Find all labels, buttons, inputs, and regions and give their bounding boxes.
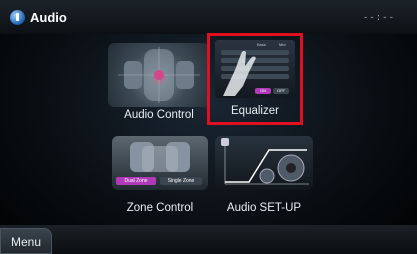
hand-pointer-icon [223, 50, 256, 96]
music-note-icon [10, 10, 25, 25]
page-title: Audio [30, 10, 67, 25]
tile-label: Audio Control [124, 109, 194, 121]
equalizer-preview: Bass Mid ON OFF [215, 40, 295, 98]
tile-label: Zone Control [126, 202, 194, 214]
speaker-curve-icon [215, 136, 313, 190]
car-seats-icon [108, 43, 210, 107]
dual-zone-button: Dual Zone [116, 177, 156, 185]
audio-control-button[interactable]: Audio Control [108, 43, 210, 131]
zone-control-button[interactable]: Dual Zone Single Zone Zone Control [112, 136, 208, 220]
menu-button[interactable]: Menu [0, 228, 52, 254]
zone-seats-icon: Dual Zone Single Zone [112, 136, 208, 190]
title-bar: Audio --:-- [0, 0, 417, 34]
audio-setup-button[interactable]: Audio SET-UP [215, 136, 313, 220]
clock-display: --:-- [362, 13, 395, 23]
tile-label: Equalizer [231, 105, 279, 117]
audio-screen: Audio --:-- Audio Control Bass Mid ON OF… [0, 0, 417, 254]
tile-label: Audio SET-UP [226, 202, 302, 214]
bottom-bar [0, 225, 417, 254]
menu-label: Menu [11, 235, 42, 249]
equalizer-button[interactable]: Bass Mid ON OFF Equalizer [207, 33, 303, 125]
single-zone-button: Single Zone [160, 177, 202, 185]
